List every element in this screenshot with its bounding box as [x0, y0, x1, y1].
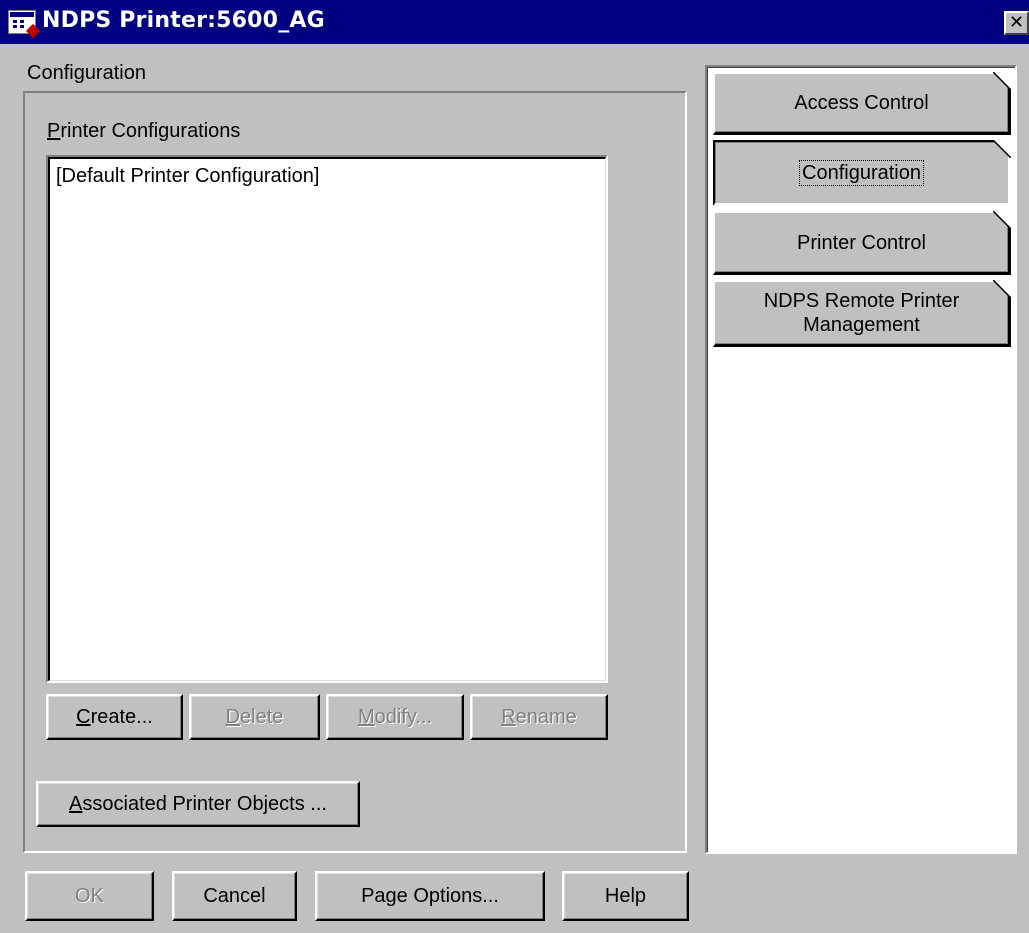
tab-label: Printer Control — [797, 231, 926, 254]
tab-access-control[interactable]: Access Control — [713, 72, 1011, 135]
printer-configurations-label: Printer Configurations — [47, 120, 241, 142]
delete-button[interactable]: Delete — [189, 694, 320, 740]
dog-ear-icon — [993, 280, 1011, 298]
title-bar: NDPS Printer:5600_AG ✕ — [0, 0, 1029, 44]
close-icon[interactable]: ✕ — [1004, 11, 1029, 35]
window-title: NDPS Printer:5600_AG — [42, 8, 325, 33]
associated-printer-objects-button[interactable]: Associated Printer Objects ... — [36, 781, 360, 827]
help-button[interactable]: Help — [562, 871, 689, 921]
create-button[interactable]: Create... — [46, 694, 183, 740]
printer-configurations-list[interactable]: [Default Printer Configuration] — [46, 155, 608, 683]
modify-button[interactable]: Modify... — [326, 694, 464, 740]
tab-label: Configuration — [799, 159, 924, 186]
tab-label: Access Control — [794, 92, 929, 114]
list-item[interactable]: [Default Printer Configuration] — [56, 165, 319, 188]
rename-button[interactable]: Rename — [470, 694, 608, 740]
tab-configuration[interactable]: Configuration — [713, 140, 1011, 206]
tab-label: NDPS Remote Printer Management — [763, 290, 960, 336]
ok-button[interactable]: OK — [25, 871, 154, 921]
page-options-button[interactable]: Page Options... — [315, 871, 545, 921]
dog-ear-icon — [993, 140, 1011, 158]
cancel-button[interactable]: Cancel — [172, 871, 297, 921]
dog-ear-icon — [993, 72, 1011, 90]
dog-ear-icon — [993, 211, 1011, 229]
tab-ndps-remote-printer-management[interactable]: NDPS Remote Printer Management — [713, 280, 1011, 347]
tab-printer-control[interactable]: Printer Control — [713, 211, 1011, 275]
page-heading: Configuration — [27, 62, 146, 84]
printer-object-icon[interactable] — [8, 10, 41, 39]
